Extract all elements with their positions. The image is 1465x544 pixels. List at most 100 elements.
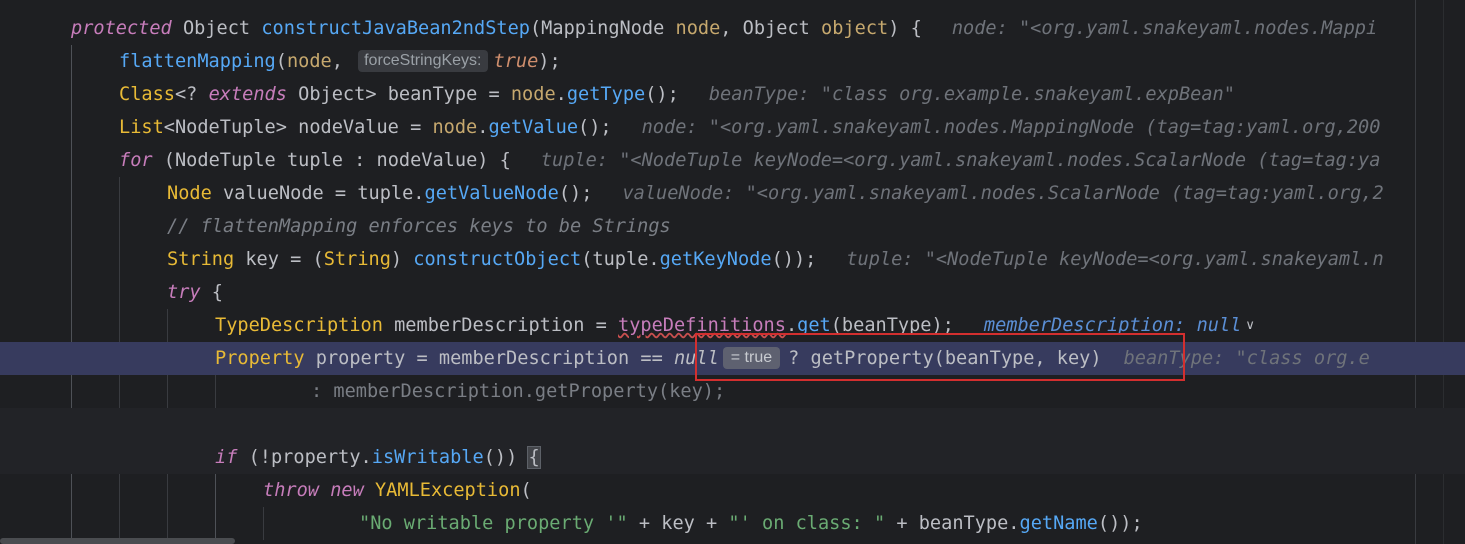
- code-line[interactable]: if (!property.isWritable()) {: [0, 441, 1465, 474]
- code-token: nodeValue: [376, 150, 478, 171]
- chevron-down-icon[interactable]: ∨: [1245, 309, 1255, 342]
- code-token: ();: [645, 84, 679, 105]
- code-token: ? getProperty(beanType, key): [788, 348, 1102, 369]
- code-token: throw: [263, 480, 319, 501]
- code-line[interactable]: protected Object constructJavaBean2ndSte…: [0, 12, 1465, 45]
- code-token: Object: [171, 18, 262, 39]
- debugger-inline-value: tuple: "<NodeTuple keyNode=<org.yaml.sna…: [846, 249, 1384, 270]
- code-line[interactable]: for (NodeTuple tuple : nodeValue) { tuple…: [0, 144, 1465, 177]
- code-token: Node: [167, 183, 212, 204]
- code-token: <NodeTuple>: [163, 117, 299, 138]
- code-token: node: [675, 18, 721, 39]
- code-token: getKeyNode: [659, 249, 772, 270]
- code-token: node: [510, 84, 556, 105]
- code-token: get: [797, 315, 831, 336]
- code-line[interactable]: [0, 408, 1465, 441]
- horizontal-scrollbar[interactable]: [0, 538, 235, 544]
- code-token: node: [286, 51, 332, 72]
- code-token: );: [538, 51, 561, 72]
- code-token: extends: [208, 84, 287, 105]
- code-token: (MappingNode: [529, 18, 676, 39]
- code-token: ());: [771, 249, 817, 270]
- code-line[interactable]: List<NodeTuple> nodeValue = node.getValu…: [0, 111, 1465, 144]
- code-token: + key +: [627, 513, 729, 534]
- code-token: true: [493, 51, 539, 72]
- code-token: (: [520, 480, 532, 501]
- code-token: String: [323, 249, 391, 270]
- code-token: property: [270, 447, 361, 468]
- code-token: null: [673, 348, 719, 369]
- code-token: String: [167, 249, 235, 270]
- code-token: .: [413, 183, 425, 204]
- code-line[interactable]: Property property = memberDescription ==…: [0, 342, 1465, 375]
- code-token: for: [119, 150, 153, 171]
- code-token: ();: [578, 117, 612, 138]
- code-token: {: [200, 282, 223, 303]
- code-token: Object>: [286, 84, 388, 105]
- code-token: + beanType.: [885, 513, 1020, 534]
- code-token: (: [275, 51, 287, 72]
- code-token: ()): [483, 447, 529, 468]
- code-token: (beanType);: [830, 315, 954, 336]
- code-token: "No writable property '": [359, 513, 628, 534]
- code-token: beanType: [387, 84, 478, 105]
- code-token: .: [477, 117, 489, 138]
- code-token: getName: [1019, 513, 1098, 534]
- code-token: (NodeTuple: [152, 150, 287, 171]
- code-editor[interactable]: protected Object constructJavaBean2ndSte…: [0, 0, 1465, 544]
- code-token: if: [215, 447, 238, 468]
- code-line[interactable]: try {: [0, 276, 1465, 309]
- code-line[interactable]: TypeDescription memberDescription = type…: [0, 309, 1465, 342]
- code-token: node: [432, 117, 478, 138]
- code-token: // flattenMapping enforces keys to be St…: [167, 216, 671, 237]
- debugger-inline-value[interactable]: memberDescription: null: [984, 315, 1241, 336]
- code-token: tuple: [592, 249, 649, 270]
- code-token: memberDescription =: [382, 315, 619, 336]
- matched-brace: {: [527, 446, 541, 469]
- code-line[interactable]: Class<? extends Object> beanType = node.…: [0, 78, 1465, 111]
- code-token: getType: [566, 84, 646, 105]
- code-token: tuple: [286, 150, 343, 171]
- code-line[interactable]: Node valueNode = tuple.getValueNode(); va…: [0, 177, 1465, 210]
- code-token: getValueNode: [424, 183, 559, 204]
- code-token: TypeDescription: [215, 315, 383, 336]
- code-token: "' on class: ": [728, 513, 886, 534]
- code-token: YAMLException: [374, 480, 521, 501]
- code-token: (: [581, 249, 593, 270]
- code-token: protected: [71, 18, 172, 39]
- debugger-inline-value: tuple: "<NodeTuple keyNode=<org.yaml.sna…: [540, 150, 1381, 171]
- code-token: .: [785, 315, 798, 336]
- debugger-inline-value: beanType: "class org.example.snakeyaml.e…: [708, 84, 1235, 105]
- code-token: ) {: [888, 18, 922, 39]
- code-token: constructObject: [413, 249, 582, 270]
- code-line[interactable]: : memberDescription.getProperty(key);: [0, 375, 1465, 408]
- code-token: typeDefinitions: [618, 315, 786, 336]
- code-token: Class: [119, 84, 175, 105]
- code-token: <?: [174, 84, 209, 105]
- code-token: (!: [237, 447, 271, 468]
- code-token: :: [342, 150, 377, 171]
- code-token: isWritable: [371, 447, 484, 468]
- code-token: .: [555, 84, 567, 105]
- code-token: .: [360, 447, 372, 468]
- code-token: =: [398, 117, 433, 138]
- code-line[interactable]: throw new YAMLException(: [0, 474, 1465, 507]
- code-token: .: [648, 249, 660, 270]
- code-token: ) {: [477, 150, 511, 171]
- code-token: ,: [331, 51, 355, 72]
- code-token: ): [390, 249, 414, 270]
- code-token: object: [821, 18, 889, 39]
- code-line[interactable]: flattenMapping(node, forceStringKeys: tru…: [0, 45, 1465, 78]
- code-token: Property: [215, 348, 305, 369]
- code-token: =: [477, 84, 511, 105]
- code-token: ());: [1097, 513, 1143, 534]
- code-line[interactable]: String key = (String) constructObject(tu…: [0, 243, 1465, 276]
- inline-value-hint: = true: [722, 347, 781, 369]
- code-token: valueNode =: [211, 183, 358, 204]
- code-line[interactable]: // flattenMapping enforces keys to be St…: [0, 210, 1465, 243]
- code-line[interactable]: "No writable property '" + key + "' on c…: [0, 507, 1465, 540]
- debugger-inline-value: node: "<org.yaml.snakeyaml.nodes.Mapping…: [641, 117, 1381, 138]
- debugger-inline-value: node: "<org.yaml.snakeyaml.nodes.Mappi: [951, 18, 1378, 39]
